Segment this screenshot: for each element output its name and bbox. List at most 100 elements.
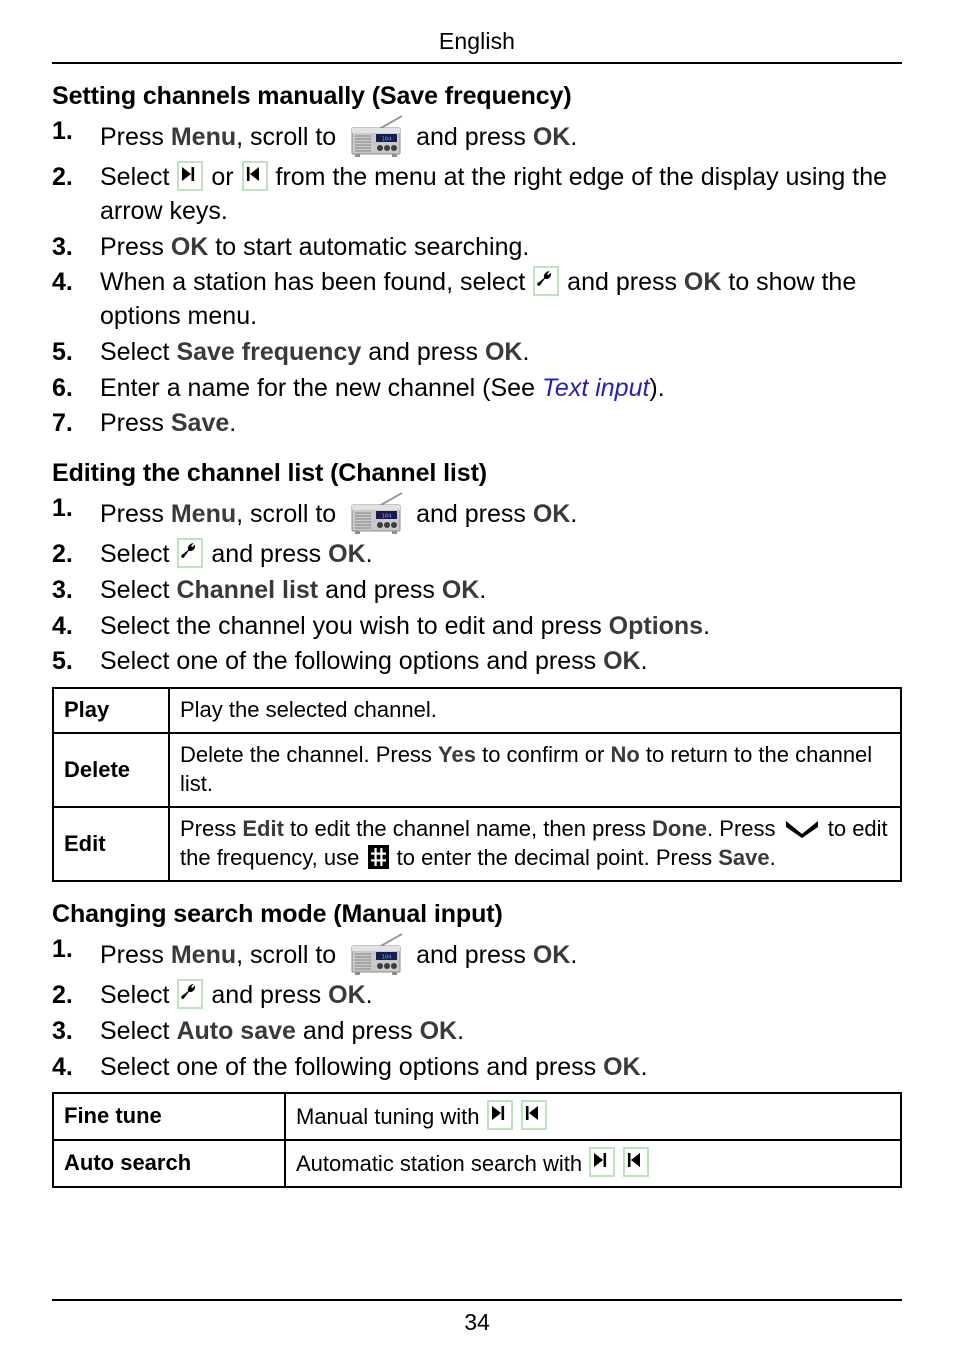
step-item: 4. Select the channel you wish to edit an…: [52, 610, 902, 644]
ui-term: Channel list: [176, 575, 319, 604]
step-text: Select Channel list and press OK.: [100, 575, 487, 604]
ui-term: OK: [328, 540, 366, 568]
radio-icon: 104: [345, 115, 407, 159]
ui-term: Menu: [170, 941, 237, 970]
step-number: 3.: [52, 232, 73, 261]
step-number: 2.: [52, 163, 73, 191]
skip-back-icon: [623, 1147, 650, 1178]
hash-key-icon: [367, 845, 389, 870]
ui-term: Edit: [242, 816, 284, 842]
option-description: Play the selected channel.: [168, 686, 902, 735]
option-label: Fine tune: [52, 1092, 286, 1142]
step-item: 5. Select one of the following options an…: [52, 645, 902, 679]
step-number: 7.: [52, 409, 73, 438]
step-number: 5.: [52, 647, 73, 676]
skip-back-icon: [520, 1100, 547, 1131]
step-item: 2. Select or from the menu at the right e…: [52, 161, 902, 229]
radio-icon: 104: [345, 492, 407, 536]
step-item: 1. Press Menu, scroll to 104 and press OK…: [52, 492, 902, 536]
step-number: 1.: [52, 494, 73, 522]
ui-term: OK: [532, 500, 571, 528]
skip-forward-icon: [486, 1100, 513, 1131]
step-number: 2.: [52, 981, 73, 1010]
ui-term: Yes: [438, 742, 476, 768]
document-page: English Setting channels manually (Save …: [0, 0, 954, 1354]
step-text: Press OK to start automatic searching.: [100, 232, 530, 261]
option-description: Delete the channel. Press Yes to confirm…: [168, 732, 902, 809]
step-number: 3.: [52, 1016, 73, 1045]
radio-icon: 104: [345, 933, 407, 977]
ui-term: Options: [608, 611, 704, 640]
channel-options-table: Play Play the selected channel. Delete Dele…: [52, 686, 902, 883]
ui-term: Auto save: [176, 1016, 296, 1045]
step-number: 3.: [52, 575, 73, 604]
step-item: 3. Select Auto save and press OK.: [52, 1015, 902, 1049]
step-number: 5.: [52, 337, 73, 366]
step-text: Enter a name for the new channel (See Te…: [100, 373, 665, 402]
ui-term: OK: [328, 981, 366, 1010]
step-text: Select or from the menu at the right edg…: [100, 161, 887, 225]
step-text: Press Menu, scroll to 104 and press OK.: [100, 492, 902, 536]
option-description: Manual tuning with: [284, 1092, 902, 1142]
step-text: Select one of the following options and …: [100, 647, 648, 676]
section-heading-setting-channels-manually: Setting channels manually (Save frequenc…: [52, 82, 572, 110]
option-label: Edit: [52, 806, 170, 883]
cross-reference-link[interactable]: Text input: [542, 374, 649, 402]
step-text: Select one of the following options and …: [100, 1052, 648, 1081]
header-divider: [52, 62, 902, 64]
step-text: When a station has been found, select an…: [100, 266, 857, 330]
step-item: 1. Press Menu, scroll to 104 and press OK…: [52, 115, 902, 159]
step-text: Press Menu, scroll to 104 and press OK.: [100, 115, 902, 159]
step-number: 4.: [52, 1052, 73, 1081]
step-list-changing-search-mode: 1. Press Menu, scroll to 104 and press OK…: [52, 933, 902, 1084]
step-text: Select the channel you wish to edit and …: [100, 611, 711, 640]
option-label: Play: [52, 686, 170, 735]
ui-term: OK: [603, 647, 641, 676]
step-item: 6. Enter a name for the new channel (See …: [52, 372, 902, 406]
chevron-down-icon: [784, 816, 820, 839]
option-label: Auto search: [52, 1139, 286, 1189]
skip-forward-icon: [589, 1147, 616, 1178]
step-item: 4. When a station has been found, select …: [52, 266, 902, 334]
step-text: Select and press OK.: [100, 979, 373, 1010]
ui-term: Done: [652, 816, 708, 842]
option-label: Delete: [52, 732, 170, 809]
ui-term: OK: [419, 1016, 458, 1045]
skip-back-icon: [241, 161, 268, 191]
page-footer: 34: [52, 1299, 902, 1336]
svg-text:104: 104: [382, 514, 393, 520]
table-row: Edit Press Edit to edit the channel name,…: [52, 806, 902, 883]
step-text: Select Save frequency and press OK.: [100, 337, 530, 366]
step-item: 3. Press OK to start automatic searching.: [52, 231, 902, 265]
ui-term: OK: [441, 575, 480, 604]
step-list-editing-the-channel-list: 1. Press Menu, scroll to 104 and press OK…: [52, 492, 902, 679]
ui-term: OK: [532, 941, 571, 970]
wrench-icon: [177, 538, 204, 568]
option-description: Automatic station search with: [284, 1139, 902, 1189]
step-number: 1.: [52, 117, 73, 145]
ui-term: Menu: [170, 500, 237, 528]
step-item: 4. Select one of the following options an…: [52, 1051, 902, 1085]
step-text: Press Menu, scroll to 104 and press OK.: [100, 933, 902, 977]
ui-term: OK: [532, 123, 571, 151]
step-item: 7. Press Save.: [52, 407, 902, 441]
ui-term: Save: [170, 409, 230, 438]
step-text: Press Save.: [100, 409, 237, 438]
header-title: English: [438, 28, 516, 54]
document-content: Setting channels manually (Save frequenc…: [52, 82, 902, 1189]
ui-term: Save: [718, 845, 770, 871]
ui-term: OK: [170, 232, 209, 261]
table-row: Delete Delete the channel. Press Yes to c…: [52, 732, 902, 809]
step-item: 2. Select and press OK.: [52, 538, 902, 572]
step-number: 2.: [52, 540, 73, 568]
ui-term: OK: [683, 268, 722, 297]
step-item: 5. Select Save frequency and press OK.: [52, 336, 902, 370]
section-heading-editing-the-channel-list: Editing the channel list (Channel list): [52, 459, 488, 487]
step-item: 2. Select and press OK.: [52, 979, 902, 1013]
page-number: 34: [464, 1309, 490, 1335]
section-heading-changing-search-mode: Changing search mode (Manual input): [52, 900, 503, 929]
step-text: Select and press OK.: [100, 538, 373, 568]
table-row: Play Play the selected channel.: [52, 686, 902, 735]
ui-term: Menu: [170, 123, 237, 151]
table-row: Auto search Automatic station search with: [52, 1139, 902, 1189]
